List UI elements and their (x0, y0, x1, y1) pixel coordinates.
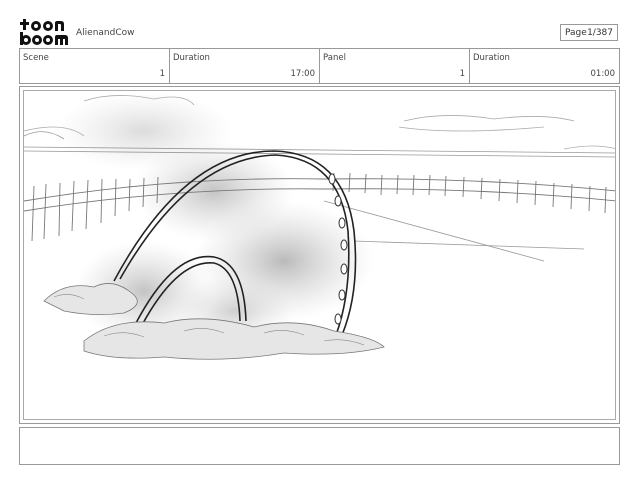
page-value: 1/387 (587, 28, 613, 38)
panel-value: 1 (459, 69, 465, 79)
panel-image[interactable] (23, 90, 616, 420)
scene-duration-label: Duration (173, 53, 210, 63)
scene-label: Scene (23, 53, 49, 63)
panel-duration-cell: Duration 01:00 (470, 49, 619, 83)
panel-notes[interactable] (19, 427, 620, 465)
page-label: Page (565, 28, 587, 38)
page-indicator: Page 1/387 (560, 24, 618, 41)
scene-duration-cell: Duration 17:00 (170, 49, 320, 83)
scene-value: 1 (159, 69, 165, 79)
scene-cell: Scene 1 (20, 49, 170, 83)
panel-duration-label: Duration (473, 53, 510, 63)
scene-info-table: Scene 1 Duration 17:00 Panel 1 Duration … (19, 48, 620, 84)
storyboard-sketch (24, 91, 615, 360)
scene-duration-value: 17:00 (290, 69, 316, 79)
toon-boom-logo (20, 18, 68, 46)
panel-cell: Panel 1 (320, 49, 470, 83)
project-name: AlienandCow (76, 28, 135, 38)
panel-label: Panel (323, 53, 346, 63)
panel-duration-value: 01:00 (590, 69, 616, 79)
